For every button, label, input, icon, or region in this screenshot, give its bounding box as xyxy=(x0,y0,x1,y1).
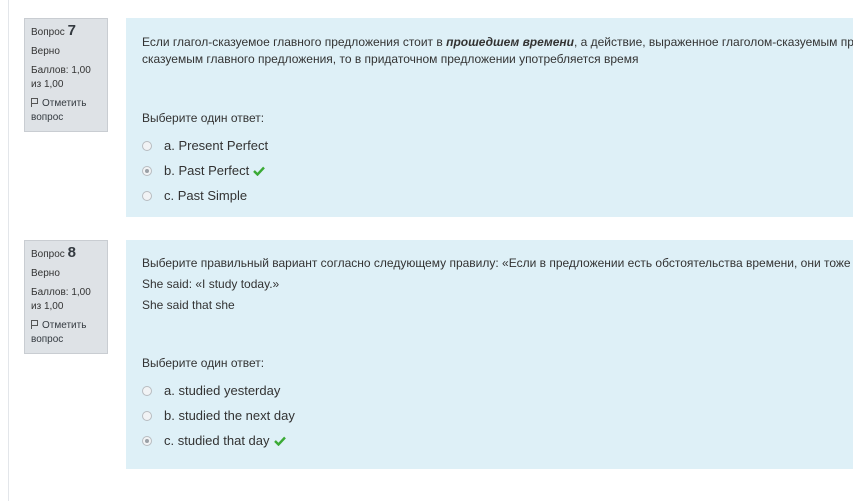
question-text-emphasis: прошедшем времени xyxy=(446,35,574,49)
question-text: Выберите правильный вариант согласно сле… xyxy=(142,256,853,270)
radio-button-selected[interactable] xyxy=(142,435,152,446)
flag-label: Отметить вопрос xyxy=(31,320,87,345)
answer-option-a[interactable]: a. Present Perfect xyxy=(142,133,853,158)
question-label: Вопрос xyxy=(31,249,65,260)
answer-list: a. Present Perfect b. Past Perfect c. Pa… xyxy=(142,133,853,208)
answer-prompt: Выберите один ответ: xyxy=(142,356,265,370)
answer-label: b. Past Perfect xyxy=(164,163,250,178)
flag-icon xyxy=(31,320,39,329)
flag-question-link[interactable]: Отметить вопрос xyxy=(31,319,101,347)
flag-question-link[interactable]: Отметить вопрос xyxy=(31,97,101,125)
radio-button[interactable] xyxy=(142,190,152,201)
check-icon xyxy=(273,436,286,446)
question-example: She said: «I study today.» xyxy=(142,277,280,291)
answer-label: c. studied that day xyxy=(164,433,270,448)
question-info-panel: Вопрос 8 Верно Баллов: 1,00 из 1,00 Отме… xyxy=(24,240,108,354)
question-state: Верно xyxy=(31,268,60,279)
radio-button[interactable] xyxy=(142,140,152,151)
radio-button-selected[interactable] xyxy=(142,165,152,176)
question-state: Верно xyxy=(31,46,60,57)
question-number: 7 xyxy=(67,22,76,39)
answer-option-a[interactable]: a. studied yesterday xyxy=(142,378,853,403)
answer-option-b[interactable]: b. studied the next day xyxy=(142,403,853,428)
question-text-part: , а действие, выраженное глаголом-сказуе… xyxy=(573,35,853,49)
answer-label: b. studied the next day xyxy=(164,408,295,423)
flag-label: Отметить вопрос xyxy=(31,98,87,123)
question-text-line2: сказуемым главного предложения, то в при… xyxy=(142,52,639,66)
question-text: Если глагол-сказуемое главного предложен… xyxy=(142,34,853,51)
radio-button[interactable] xyxy=(142,410,152,421)
answer-prompt: Выберите один ответ: xyxy=(142,111,265,125)
page-left-border xyxy=(8,0,9,501)
question-grade: Баллов: 1,00 из 1,00 xyxy=(31,65,91,90)
answer-label: a. Present Perfect xyxy=(164,138,269,153)
question-content: Выберите правильный вариант согласно сле… xyxy=(126,240,853,469)
answer-option-c[interactable]: c. Past Simple xyxy=(142,183,853,208)
check-icon xyxy=(253,166,266,176)
question-number: 8 xyxy=(67,244,76,261)
answer-option-c[interactable]: c. studied that day xyxy=(142,428,853,453)
question-info-panel: Вопрос 7 Верно Баллов: 1,00 из 1,00 Отме… xyxy=(24,18,108,132)
radio-button[interactable] xyxy=(142,385,152,396)
answer-label: c. Past Simple xyxy=(164,188,248,203)
question-grade: Баллов: 1,00 из 1,00 xyxy=(31,287,91,312)
question-content: Если глагол-сказуемое главного предложен… xyxy=(126,18,853,217)
answer-list: a. studied yesterday b. studied the next… xyxy=(142,378,853,453)
question-text-part: Если глагол-сказуемое главного предложен… xyxy=(142,35,447,49)
flag-icon xyxy=(31,98,39,107)
answer-option-b[interactable]: b. Past Perfect xyxy=(142,158,853,183)
answer-label: a. studied yesterday xyxy=(164,383,281,398)
question-stem: She said that she xyxy=(142,298,235,312)
question-label: Вопрос xyxy=(31,27,65,38)
